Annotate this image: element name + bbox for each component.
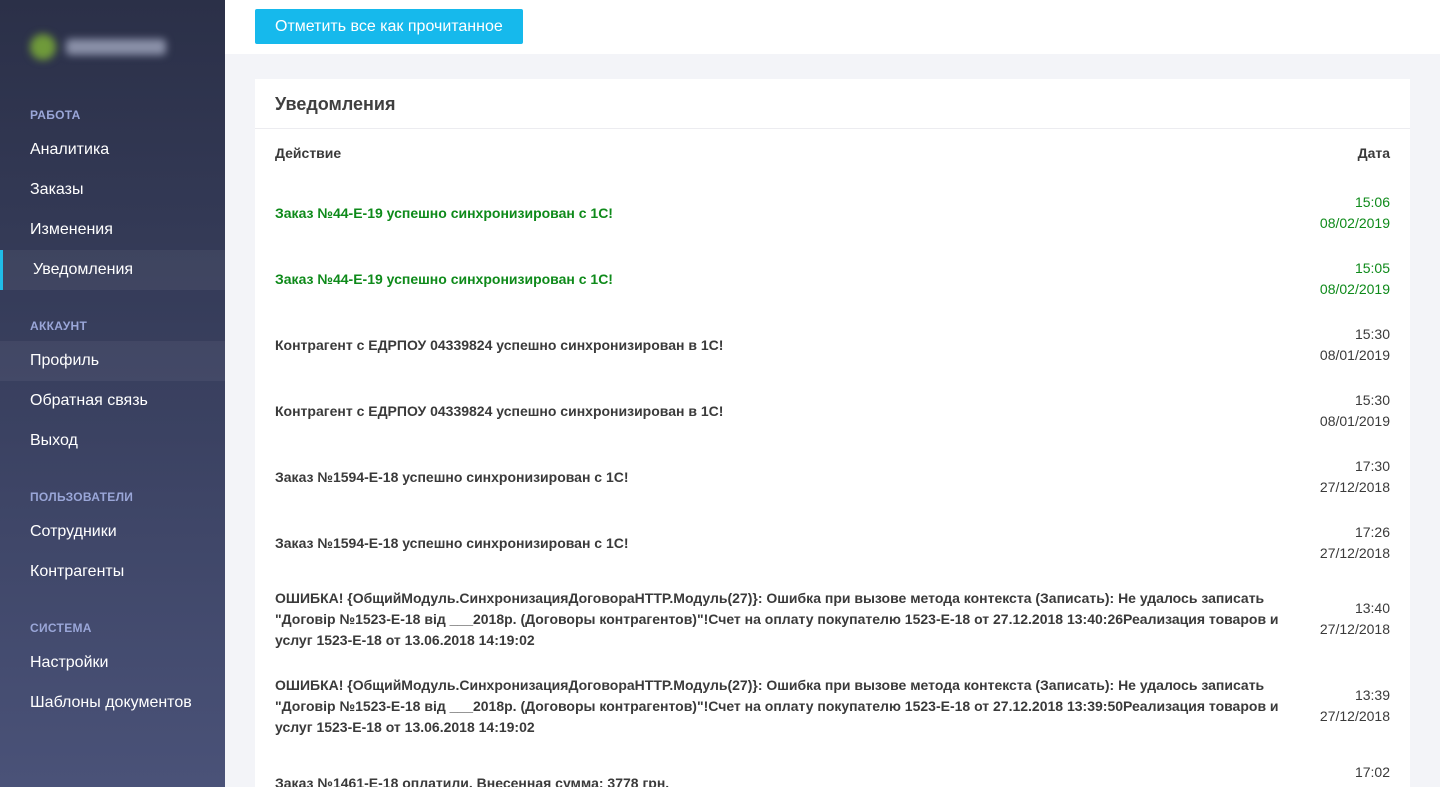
sidebar-item-notifications[interactable]: Уведомления xyxy=(0,250,225,290)
notification-text: ОШИБКА! {ОбщийМодуль.СинхронизацияДогово… xyxy=(275,590,1279,648)
sidebar-item-profile[interactable]: Профиль xyxy=(0,341,225,381)
notification-text: Заказ №1461-Е-18 оплатили. Внесенная сум… xyxy=(275,775,670,787)
page-title: Уведомления xyxy=(275,94,396,114)
card-header: Уведомления xyxy=(255,79,1410,129)
nav-heading-work: РАБОТА xyxy=(30,108,81,122)
table-header: Действие Дата xyxy=(275,145,1390,165)
notification-text: Заказ №1594-Е-18 успешно синхронизирован… xyxy=(275,535,629,551)
mark-all-read-button[interactable]: Отметить все как прочитанное xyxy=(255,9,523,44)
sidebar-item-logout[interactable]: Выход xyxy=(0,421,225,461)
notification-date: 27/12/2018 xyxy=(1319,479,1390,495)
top-bar: Отметить все как прочитанное xyxy=(225,0,1440,54)
notification-time: 17:26 xyxy=(1354,524,1390,540)
notification-time: 15:30 xyxy=(1354,326,1390,342)
notification-time: 17:02 xyxy=(1354,764,1390,780)
notification-date: 27/12/2018 xyxy=(1319,545,1390,561)
notification-date: 08/02/2019 xyxy=(1319,215,1390,231)
logo-text xyxy=(66,39,166,55)
notification-time: 15:05 xyxy=(1354,260,1390,276)
logo[interactable] xyxy=(30,34,166,60)
notification-text: Заказ №44-Е-19 успешно синхронизирован с… xyxy=(275,271,613,287)
notification-text: Контрагент с ЕДРПОУ 04339824 успешно син… xyxy=(275,337,724,353)
sidebar-item-changes[interactable]: Изменения xyxy=(0,210,225,250)
nav-heading-users: ПОЛЬЗОВАТЕЛИ xyxy=(30,490,134,504)
sidebar-item-counterparties[interactable]: Контрагенты xyxy=(0,552,225,592)
notification-text: Заказ №1594-Е-18 успешно синхронизирован… xyxy=(275,469,629,485)
sidebar-item-settings[interactable]: Настройки xyxy=(0,643,225,683)
notification-text: Заказ №44-Е-19 успешно синхронизирован с… xyxy=(275,205,613,221)
nav-section-system: СИСТЕМА Настройки Шаблоны документов xyxy=(0,619,225,723)
nav-section-account: АККАУНТ Профиль Обратная связь Выход xyxy=(0,317,225,461)
sidebar-item-feedback[interactable]: Обратная связь xyxy=(0,381,225,421)
notification-date: 27/12/2018 xyxy=(1319,621,1390,637)
nav-section-work: РАБОТА Аналитика Заказы Изменения Уведом… xyxy=(0,106,225,290)
nav-heading-account: АККАУНТ xyxy=(30,319,88,333)
sidebar-item-employees[interactable]: Сотрудники xyxy=(0,512,225,552)
column-header-action: Действие xyxy=(275,145,342,161)
notification-time: 13:40 xyxy=(1354,600,1390,616)
notification-time: 15:30 xyxy=(1354,392,1390,408)
column-header-date: Дата xyxy=(1357,145,1390,161)
logo-mark-icon xyxy=(30,34,56,60)
notification-date: 08/02/2019 xyxy=(1319,281,1390,297)
notification-date: 08/01/2019 xyxy=(1319,413,1390,429)
nav-heading-system: СИСТЕМА xyxy=(30,621,92,635)
notification-text: ОШИБКА! {ОбщийМодуль.СинхронизацияДогово… xyxy=(275,677,1279,735)
notification-time: 17:30 xyxy=(1354,458,1390,474)
sidebar-item-document-templates[interactable]: Шаблоны документов xyxy=(0,683,225,723)
notification-text: Контрагент с ЕДРПОУ 04339824 успешно син… xyxy=(275,403,724,419)
sidebar-item-orders[interactable]: Заказы xyxy=(0,170,225,210)
notification-date: 27/12/2018 xyxy=(1319,708,1390,724)
notifications-card: Уведомления Действие Дата Заказ №44-Е-19… xyxy=(255,79,1410,787)
sidebar: РАБОТА Аналитика Заказы Изменения Уведом… xyxy=(0,0,225,787)
nav-section-users: ПОЛЬЗОВАТЕЛИ Сотрудники Контрагенты xyxy=(0,488,225,592)
notification-time: 15:06 xyxy=(1354,194,1390,210)
notification-date: 08/01/2019 xyxy=(1319,347,1390,363)
sidebar-item-analytics[interactable]: Аналитика xyxy=(0,130,225,170)
notification-time: 13:39 xyxy=(1354,687,1390,703)
